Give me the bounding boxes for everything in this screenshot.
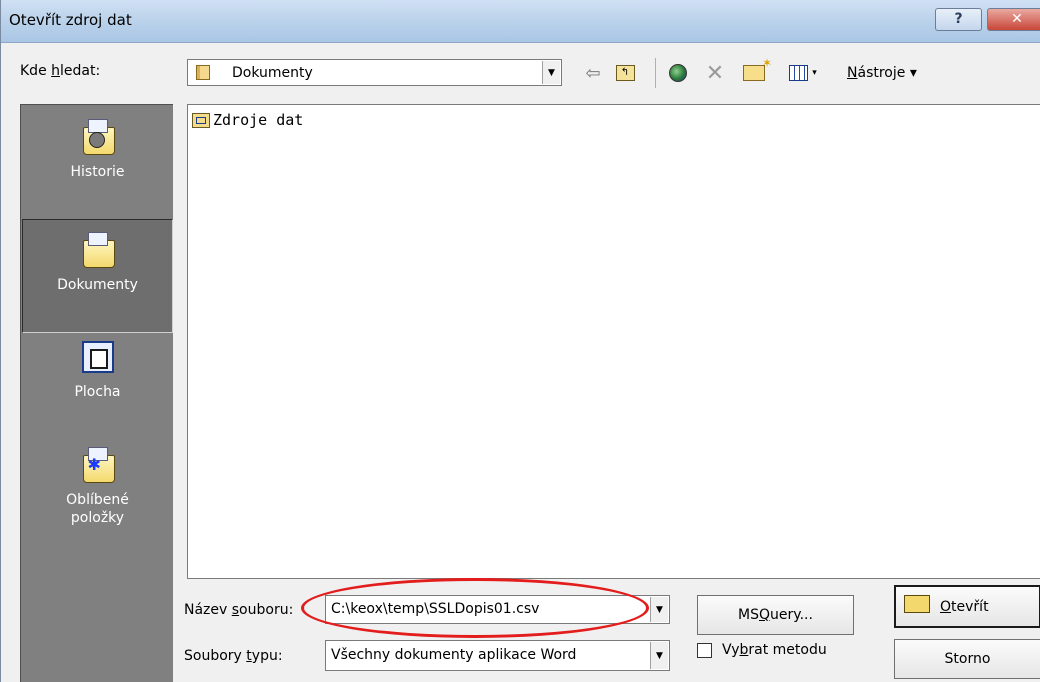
look-in-dropdown[interactable]: Dokumenty ▼ — [187, 59, 562, 86]
new-folder-icon — [743, 56, 772, 81]
dropdown-arrow-icon[interactable]: ▼ — [650, 642, 668, 669]
help-button[interactable]: ? — [935, 8, 982, 31]
help-icon: ? — [954, 11, 963, 27]
views-button[interactable]: ▾ — [784, 60, 822, 86]
tools-menu-label: ástroje ▾ — [857, 65, 917, 81]
file-name-label: Název souboru: — [184, 602, 293, 618]
toolbar-separator — [655, 58, 656, 88]
choose-method-label-part: Vy — [722, 642, 740, 658]
window-title: Otevřít zdroj dat — [9, 11, 132, 29]
look-in-label: Kde hledat: — [20, 63, 100, 79]
file-type-value: Všechny dokumenty aplikace Word — [331, 647, 577, 663]
tools-menu-accesskey: N — [847, 65, 858, 81]
file-name: Zdroje dat — [213, 111, 304, 129]
look-in-label-rest: ledat: — [60, 63, 101, 79]
close-icon: ✕ — [1011, 11, 1023, 27]
ms-query-button[interactable]: MS Query... — [697, 595, 854, 635]
back-arrow-icon: ⇦ — [585, 62, 601, 84]
folder-icon — [196, 65, 210, 80]
favorites-folder-icon: ✱ — [79, 447, 117, 485]
place-plocha[interactable]: Plocha — [23, 339, 172, 439]
look-in-value: Dokumenty — [232, 65, 313, 81]
search-web-icon — [669, 64, 687, 82]
file-name-label-accesskey: s — [231, 602, 240, 618]
ms-query-accesskey: Q — [759, 607, 771, 623]
delete-icon: ✕ — [705, 60, 725, 86]
file-type-label: Soubory typu: — [184, 648, 283, 664]
ms-query-label-rest: uery... — [770, 607, 813, 623]
chevron-down-icon: ▾ — [812, 68, 817, 78]
list-item[interactable]: Zdroje dat — [192, 111, 303, 129]
place-historie[interactable]: Historie — [23, 119, 172, 223]
dropdown-arrow-icon[interactable]: ▼ — [542, 61, 560, 84]
new-folder-button[interactable] — [741, 56, 772, 86]
dropdown-arrow-icon[interactable]: ▼ — [650, 597, 668, 622]
search-web-button[interactable] — [665, 60, 691, 86]
open-button[interactable]: Otevřít — [894, 585, 1040, 628]
place-label: Plocha — [74, 384, 121, 400]
file-type-label-rest: ypu: — [251, 648, 283, 664]
desktop-icon — [79, 339, 117, 377]
file-list[interactable]: Zdroje dat — [187, 104, 1040, 579]
up-folder-icon: ↰ — [615, 65, 635, 81]
data-source-folder-icon — [192, 112, 210, 128]
file-type-select[interactable]: Všechny dokumenty aplikace Word ▼ — [325, 640, 670, 671]
views-icon — [789, 65, 809, 81]
place-dokumenty[interactable]: Dokumenty — [22, 219, 173, 333]
documents-folder-icon — [79, 232, 117, 270]
place-oblibene[interactable]: ✱ Oblíbené položky — [23, 447, 172, 577]
file-name-label-rest: ouboru: — [239, 602, 294, 618]
close-button[interactable]: ✕ — [987, 8, 1040, 31]
tools-menu[interactable]: Nástroje ▾ — [847, 60, 947, 86]
choose-method-option[interactable]: Vy b rat metodu — [697, 642, 827, 658]
file-name-label-part: Název — [184, 602, 232, 618]
file-name-value: C:\keox\temp\SSLDopis01.csv — [331, 601, 540, 617]
file-name-input[interactable]: C:\keox\temp\SSLDopis01.csv ▼ — [325, 595, 670, 624]
choose-method-accesskey: b — [739, 642, 749, 658]
title-bar[interactable]: Otevřít zdroj dat ? ✕ — [1, 0, 1040, 43]
delete-button[interactable]: ✕ — [703, 60, 727, 86]
open-accesskey: O — [940, 598, 952, 615]
ms-query-label-part: MS — [738, 607, 760, 623]
choose-method-checkbox[interactable] — [697, 642, 712, 658]
open-label: tevřít — [951, 598, 989, 615]
file-type-label-part: Soubory — [184, 648, 247, 664]
cancel-button[interactable]: Storno — [894, 639, 1040, 679]
up-one-level-button[interactable]: ↰ — [613, 60, 637, 86]
place-label: Dokumenty — [57, 277, 138, 293]
look-in-label-part: Kde — [20, 63, 52, 79]
place-label: Historie — [70, 164, 125, 180]
place-label-line2: položky — [70, 510, 125, 526]
place-label-line1: Oblíbené — [66, 492, 129, 508]
choose-method-label-rest: rat metodu — [748, 642, 827, 658]
back-button[interactable]: ⇦ — [581, 60, 605, 86]
open-folder-icon — [904, 594, 930, 613]
history-folder-icon — [79, 119, 117, 157]
cancel-label: Storno — [944, 651, 991, 667]
places-bar: Historie Dokumenty Plocha ✱ Oblíbené pol… — [20, 104, 173, 682]
place-label: Oblíbené položky — [23, 491, 172, 527]
look-in-label-accesskey: h — [51, 63, 61, 79]
open-data-source-dialog: Otevřít zdroj dat ? ✕ Kde hledat: Dokume… — [0, 0, 1040, 682]
